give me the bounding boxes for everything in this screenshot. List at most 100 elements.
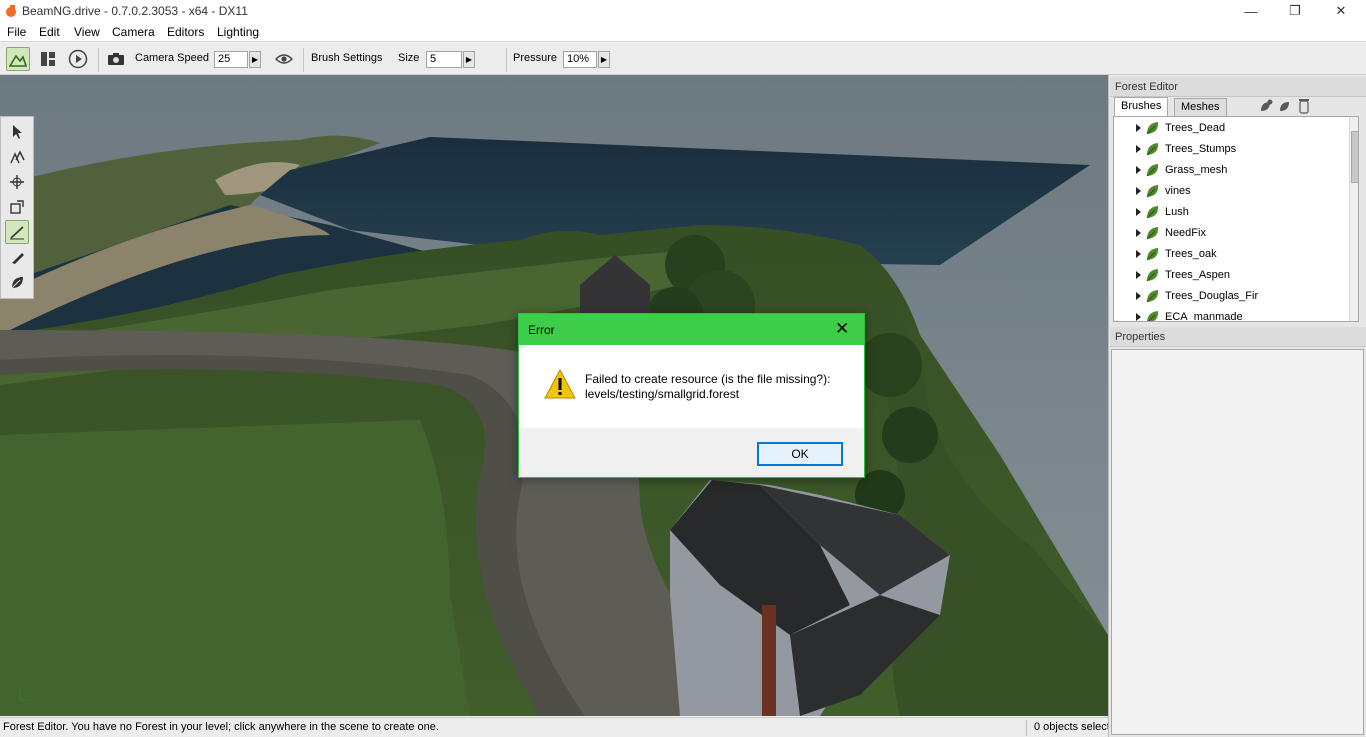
erase-tool-button[interactable] [5, 245, 29, 269]
panels-icon [41, 52, 55, 66]
camera-button[interactable] [104, 47, 128, 71]
move-icon [10, 150, 25, 164]
expand-arrow-icon[interactable] [1136, 187, 1141, 195]
menu-bar: File Edit View Camera Editors Lighting [0, 22, 1366, 42]
paint-brush-icon [10, 226, 24, 240]
camera-icon [108, 53, 124, 65]
brush-size-arrow[interactable]: ▶ [463, 51, 475, 68]
tree-item[interactable]: NeedFix [1114, 223, 1346, 244]
pressure-input[interactable]: 10% [563, 51, 597, 68]
tree-item-label: Trees_Aspen [1165, 269, 1231, 281]
tree-item-label: NeedFix [1165, 227, 1206, 239]
toolbar-separator [303, 48, 304, 72]
select-tool-button[interactable] [5, 120, 29, 144]
play-icon [68, 49, 88, 69]
layout-button[interactable] [36, 47, 60, 71]
size-label: Size [398, 52, 420, 64]
tree-item[interactable]: ECA_manmade [1114, 307, 1346, 321]
expand-arrow-icon[interactable] [1136, 124, 1141, 132]
world-editor-button[interactable] [6, 47, 30, 71]
expand-arrow-icon[interactable] [1136, 229, 1141, 237]
eye-icon [275, 54, 293, 64]
brush-leaf-icon [1146, 164, 1159, 177]
dialog-message-line2: levels/testing/smallgrid.forest [585, 387, 740, 401]
status-bar: Forest Editor. You have no Forest in you… [0, 717, 1108, 737]
menu-file[interactable]: File [7, 25, 26, 39]
tree-item[interactable]: vines [1114, 181, 1346, 202]
brush-leaf-icon [1146, 290, 1159, 303]
tree-item-label: Grass_mesh [1165, 164, 1228, 176]
ok-button[interactable]: OK [757, 442, 843, 466]
minimize-button[interactable]: — [1228, 0, 1274, 22]
error-dialog: Error ✕ Failed to create resource (is th… [518, 313, 865, 478]
brush-size-input[interactable]: 5 [426, 51, 462, 68]
tab-brushes[interactable]: Brushes [1114, 97, 1169, 117]
brush-leaf-icon [1146, 122, 1159, 135]
paint-tool-button[interactable] [5, 220, 29, 244]
tab-meshes[interactable]: Meshes [1174, 98, 1227, 116]
dialog-message: Failed to create resource (is the file m… [585, 372, 830, 402]
menu-editors[interactable]: Editors [167, 25, 204, 39]
dialog-close-button[interactable]: ✕ [835, 319, 849, 339]
brush-leaf-icon [1146, 185, 1159, 198]
expand-arrow-icon[interactable] [1136, 145, 1141, 153]
properties-inspector [1111, 349, 1364, 735]
restore-button[interactable]: ❐ [1272, 0, 1318, 22]
arrow-pointer-icon [13, 125, 22, 139]
window-titlebar: BeamNG.drive - 0.7.0.2.3053 - x64 - DX11… [0, 0, 1366, 22]
visibility-button[interactable] [272, 47, 296, 71]
camera-speed-label: Camera Speed [135, 52, 209, 64]
expand-arrow-icon[interactable] [1136, 166, 1141, 174]
forest-editor-panel: Forest Editor Brushes Meshes Trees_Dead … [1108, 75, 1366, 737]
dialog-footer: OK [519, 428, 864, 477]
tree-item[interactable]: Trees_oak [1114, 244, 1346, 265]
brush-leaf-icon [1146, 269, 1159, 282]
menu-lighting[interactable]: Lighting [217, 25, 259, 39]
tree-item[interactable]: Grass_mesh [1114, 160, 1346, 181]
main-toolbar: Camera Speed 25 ▶ Brush Settings Size 5 … [0, 43, 1366, 75]
brush-leaf-icon [1147, 311, 1159, 321]
tree-item[interactable]: Lush [1114, 202, 1346, 223]
tree-item[interactable]: Trees_Douglas_Fir [1114, 286, 1346, 307]
scrollbar-thumb[interactable] [1351, 131, 1358, 183]
dialog-title: Error [528, 323, 555, 337]
menu-view[interactable]: View [74, 25, 100, 39]
window-title: BeamNG.drive - 0.7.0.2.3053 - x64 - DX11 [22, 4, 248, 18]
add-element-icon[interactable] [1278, 99, 1292, 113]
tree-item-label: Trees_oak [1165, 248, 1217, 260]
camera-speed-input[interactable]: 25 [214, 51, 248, 68]
properties-header: Properties [1110, 327, 1366, 347]
expand-arrow-icon[interactable] [1136, 313, 1141, 321]
expand-arrow-icon[interactable] [1136, 208, 1141, 216]
expand-arrow-icon[interactable] [1136, 271, 1141, 279]
rotate-tool-button[interactable] [5, 170, 29, 194]
tree-item[interactable]: Trees_Dead [1114, 118, 1346, 139]
scale-tool-button[interactable] [5, 195, 29, 219]
status-message: Forest Editor. You have no Forest in you… [3, 721, 439, 733]
tree-item[interactable]: Trees_Aspen [1114, 265, 1346, 286]
dialog-titlebar: Error ✕ [519, 314, 864, 345]
brush-leaf-icon [1146, 227, 1159, 240]
menu-edit[interactable]: Edit [39, 25, 60, 39]
add-brush-icon[interactable] [1259, 99, 1273, 113]
expand-arrow-icon[interactable] [1136, 292, 1141, 300]
forest-tool-palette [0, 116, 34, 299]
pressure-label: Pressure [513, 52, 558, 64]
tree-item-label: Trees_Dead [1165, 122, 1226, 134]
rotate-icon [10, 175, 24, 189]
erase-selected-tool-button[interactable] [5, 270, 29, 294]
play-game-button[interactable] [66, 47, 90, 71]
tree-item-label: Lush [1165, 206, 1189, 218]
delete-brush-icon[interactable] [1298, 98, 1310, 114]
expand-arrow-icon[interactable] [1136, 250, 1141, 258]
brush-leaf-icon [1146, 143, 1159, 156]
tree-item[interactable]: Trees_Stumps [1114, 139, 1346, 160]
brush-tree-scrollbar[interactable] [1349, 117, 1358, 321]
terrain-editor-icon [9, 54, 27, 67]
camera-speed-arrow[interactable]: ▶ [249, 51, 261, 68]
pressure-arrow[interactable]: ▶ [598, 51, 610, 68]
brush-leaf-icon [1146, 248, 1159, 261]
close-window-button[interactable]: ✕ [1318, 0, 1364, 22]
menu-camera[interactable]: Camera [112, 25, 155, 39]
move-tool-button[interactable] [5, 145, 29, 169]
